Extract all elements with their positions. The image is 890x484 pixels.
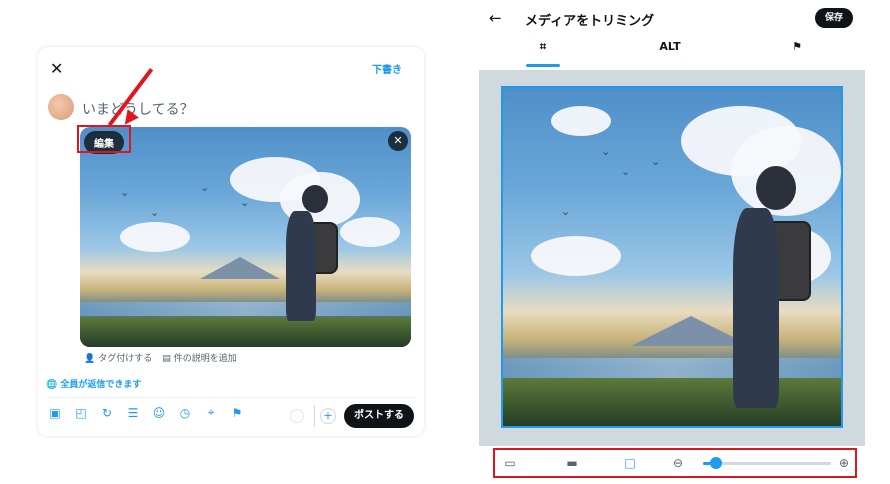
- tag-label: タグ付けする: [98, 354, 153, 364]
- zoom-out-icon[interactable]: ⊖: [671, 456, 685, 470]
- flag-icon: ⚑: [792, 40, 802, 53]
- save-button[interactable]: 保存: [815, 8, 853, 28]
- zoom-in-icon[interactable]: ⊕: [837, 456, 851, 470]
- person-icon: 👤: [84, 354, 96, 364]
- image-icon[interactable]: ▣: [48, 406, 62, 420]
- crop-selection-box[interactable]: [501, 86, 843, 428]
- crop-controls: ▭ ▬ □ ⊖ ⊕: [493, 448, 857, 478]
- edit-button-highlight: [77, 125, 131, 153]
- toolbar-separator: [314, 405, 315, 427]
- tab-alt[interactable]: ALT: [650, 40, 690, 53]
- tag-people-link[interactable]: 👤 タグ付けする: [84, 351, 152, 364]
- attached-image: ⌄ ⌄ ⌄ ⌄: [80, 127, 411, 347]
- media-meta-row: 👤 タグ付けする ▤ 件の説明を追加: [84, 351, 237, 364]
- back-arrow-icon[interactable]: ←: [489, 9, 502, 27]
- schedule-icon[interactable]: ◷: [178, 406, 192, 420]
- zoom-slider-knob[interactable]: [709, 457, 722, 469]
- add-post-button[interactable]: +: [320, 408, 336, 424]
- character-count-ring: [290, 409, 304, 423]
- dialog-title: メディアをトリミング: [525, 14, 655, 29]
- post-composer: ✕ 下書き いまどうしてる？ ⌄ ⌄ ⌄ ⌄ 編集 ✕ 👤 タグ付けする ▤ 件の説…: [38, 47, 424, 436]
- gif-icon[interactable]: ◰: [74, 406, 88, 420]
- location-icon[interactable]: ⌖: [204, 405, 218, 420]
- post-button[interactable]: ポストする: [344, 404, 414, 428]
- composer-toolbar: ▣ ◰ ↻ ☰ ☺ ◷ ⌖ ⚑: [48, 405, 244, 420]
- crop-icon: ⌗: [539, 40, 547, 53]
- zoom-slider-track[interactable]: [703, 462, 831, 465]
- divider: [46, 397, 416, 398]
- avatar[interactable]: [48, 94, 74, 120]
- description-icon: ▤: [162, 354, 171, 364]
- aspect-wide-icon[interactable]: ▬: [565, 456, 579, 470]
- flag-icon[interactable]: ⚑: [230, 406, 244, 420]
- crop-area[interactable]: ⌄ ⌄ ⌄ ⌄: [479, 70, 865, 446]
- trim-media-dialog: ← メディアをトリミング 保存 ⌗ ALT ⚑ ⌄ ⌄ ⌄ ⌄ ▭ ▬ □ ⊖: [479, 0, 865, 484]
- aspect-square-icon[interactable]: □: [623, 456, 637, 470]
- tab-flag[interactable]: ⚑: [777, 40, 817, 53]
- remove-media-button[interactable]: ✕: [388, 131, 408, 151]
- tab-active-indicator: [526, 64, 560, 67]
- emoji-icon[interactable]: ☺: [152, 406, 166, 420]
- tab-crop[interactable]: ⌗: [523, 40, 563, 54]
- add-description-link[interactable]: ▤ 件の説明を追加: [162, 351, 237, 364]
- description-label: 件の説明を追加: [173, 354, 237, 364]
- aspect-original-icon[interactable]: ▭: [503, 456, 517, 470]
- poll-icon[interactable]: ↻: [100, 406, 114, 420]
- reply-label: 全員が返信できます: [60, 380, 142, 390]
- list-icon[interactable]: ☰: [126, 406, 140, 420]
- reply-settings[interactable]: 🌐 全員が返信できます: [46, 377, 141, 390]
- close-icon[interactable]: ✕: [50, 59, 63, 78]
- draft-link[interactable]: 下書き: [372, 61, 402, 76]
- globe-icon: 🌐: [46, 380, 58, 390]
